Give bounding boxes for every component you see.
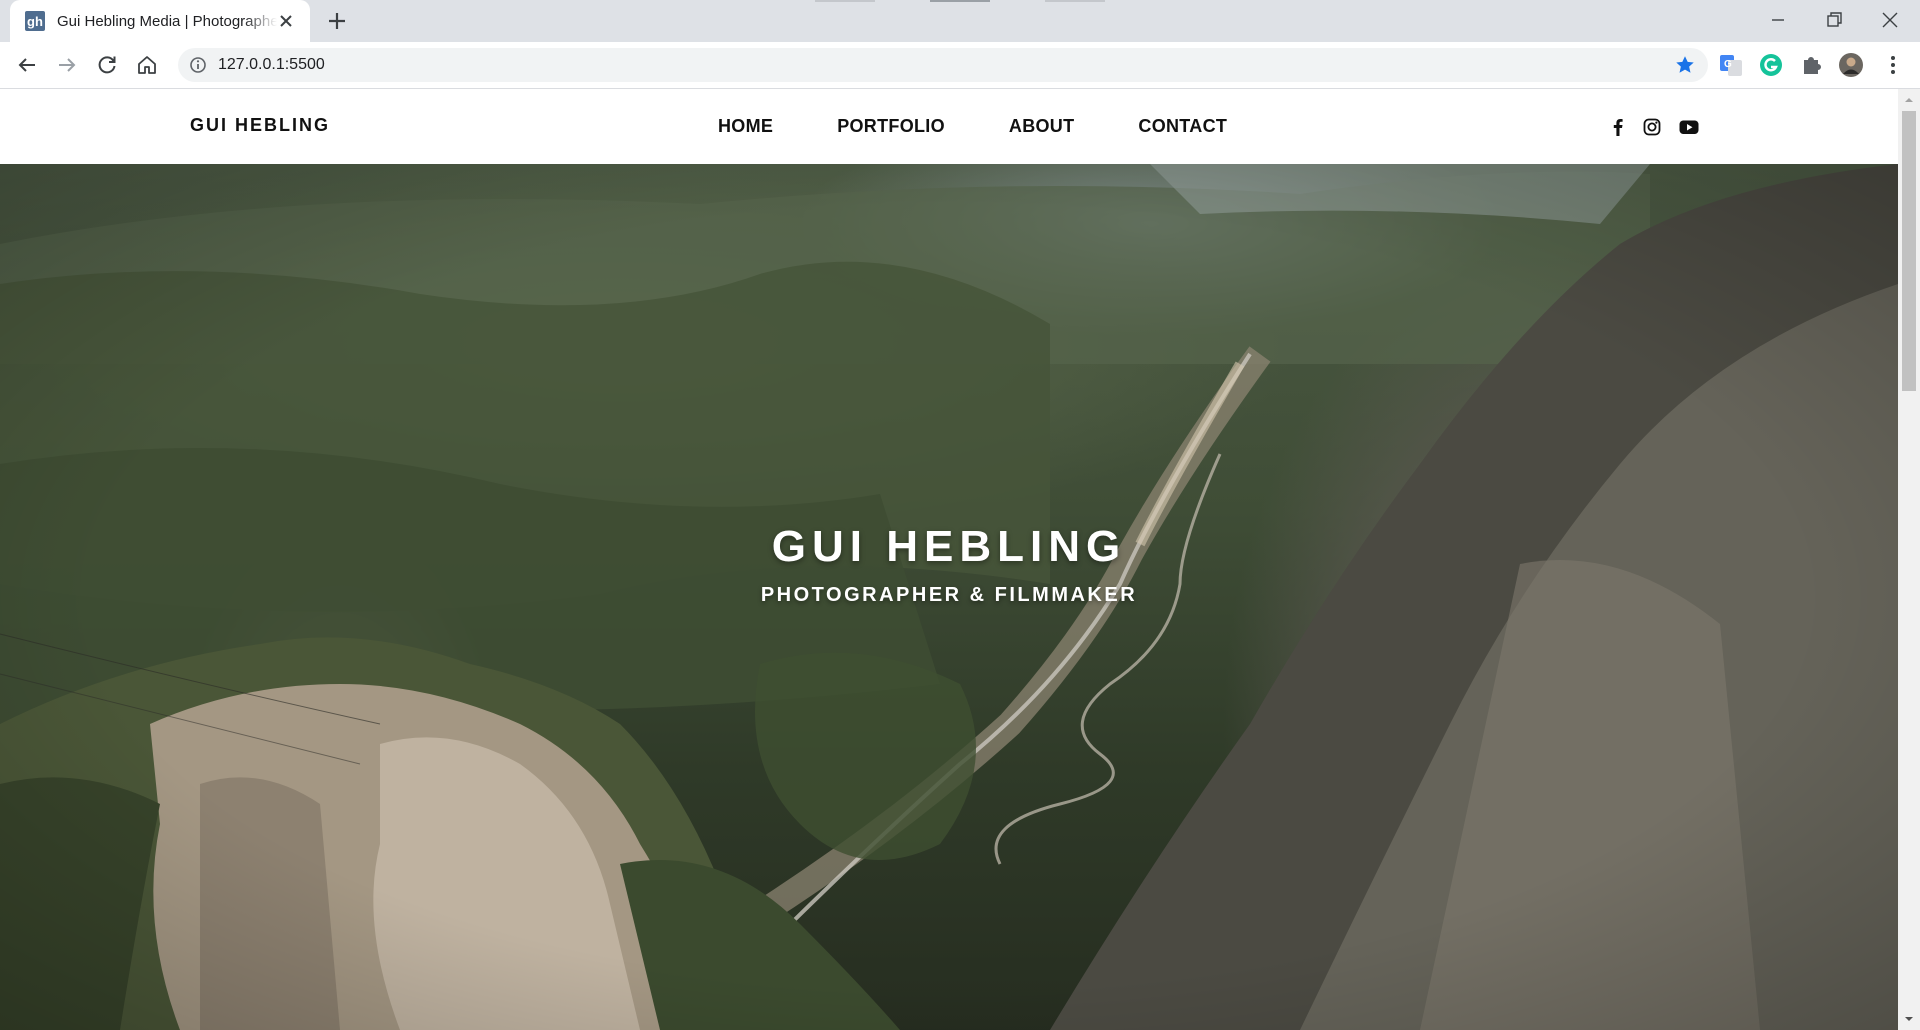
page-scrollbar[interactable] [1898, 89, 1920, 1030]
web-page: GUI HEBLING HOME PORTFOLIO ABOUT CONTACT [0, 89, 1898, 1030]
scroll-down-arrow-icon[interactable] [1903, 1013, 1915, 1025]
browser-tab[interactable]: gh Gui Hebling Media | Photographer [10, 0, 310, 42]
bookmark-star-icon[interactable] [1674, 54, 1696, 76]
site-favicon-icon: gh [25, 11, 45, 31]
close-tab-icon[interactable] [276, 11, 296, 31]
restore-icon[interactable] [1822, 8, 1846, 32]
nav-about[interactable]: ABOUT [1009, 116, 1075, 137]
reload-icon[interactable] [95, 53, 119, 77]
tabstrip-marker [815, 0, 875, 2]
browser-menu-icon[interactable] [1880, 52, 1906, 78]
extensions-puzzle-icon[interactable] [1798, 52, 1824, 78]
browser-tabstrip: gh Gui Hebling Media | Photographer [0, 0, 1920, 42]
forward-icon[interactable] [55, 53, 79, 77]
scrollbar-thumb[interactable] [1902, 111, 1916, 391]
nav-home[interactable]: HOME [718, 116, 773, 137]
tabstrip-marker [930, 0, 990, 2]
profile-avatar-icon[interactable] [1838, 52, 1864, 78]
facebook-icon[interactable] [1607, 116, 1629, 138]
google-translate-icon[interactable]: G [1718, 52, 1744, 78]
hero-subtitle: PHOTOGRAPHER & FILMMAKER [760, 584, 1138, 606]
scroll-up-arrow-icon[interactable] [1903, 94, 1915, 106]
minimize-icon[interactable] [1766, 8, 1790, 32]
youtube-icon[interactable] [1678, 116, 1700, 138]
browser-toolbar: 127.0.0.1:5500 G [0, 42, 1920, 89]
back-icon[interactable] [15, 53, 39, 77]
close-window-icon[interactable] [1878, 8, 1902, 32]
address-bar[interactable]: 127.0.0.1:5500 [178, 48, 1708, 82]
instagram-icon[interactable] [1641, 116, 1663, 138]
tab-title: Gui Hebling Media | Photographer [57, 12, 277, 30]
svg-text:G: G [1724, 59, 1732, 70]
home-icon[interactable] [135, 53, 159, 77]
hero-title: GUI HEBLING [771, 522, 1127, 571]
nav-portfolio[interactable]: PORTFOLIO [837, 116, 945, 137]
site-info-icon[interactable] [188, 55, 208, 75]
nav-contact[interactable]: CONTACT [1138, 116, 1227, 137]
site-logo[interactable]: GUI HEBLING [190, 115, 330, 136]
main-navigation: HOME PORTFOLIO ABOUT CONTACT [718, 116, 1291, 137]
tabstrip-marker [1045, 0, 1105, 2]
url-text[interactable]: 127.0.0.1:5500 [218, 56, 325, 74]
grammarly-icon[interactable] [1758, 52, 1784, 78]
hero-section: GUI HEBLING PHOTOGRAPHER & FILMMAKER [0, 164, 1898, 1030]
site-header: GUI HEBLING HOME PORTFOLIO ABOUT CONTACT [0, 89, 1898, 164]
new-tab-icon[interactable] [325, 9, 349, 33]
